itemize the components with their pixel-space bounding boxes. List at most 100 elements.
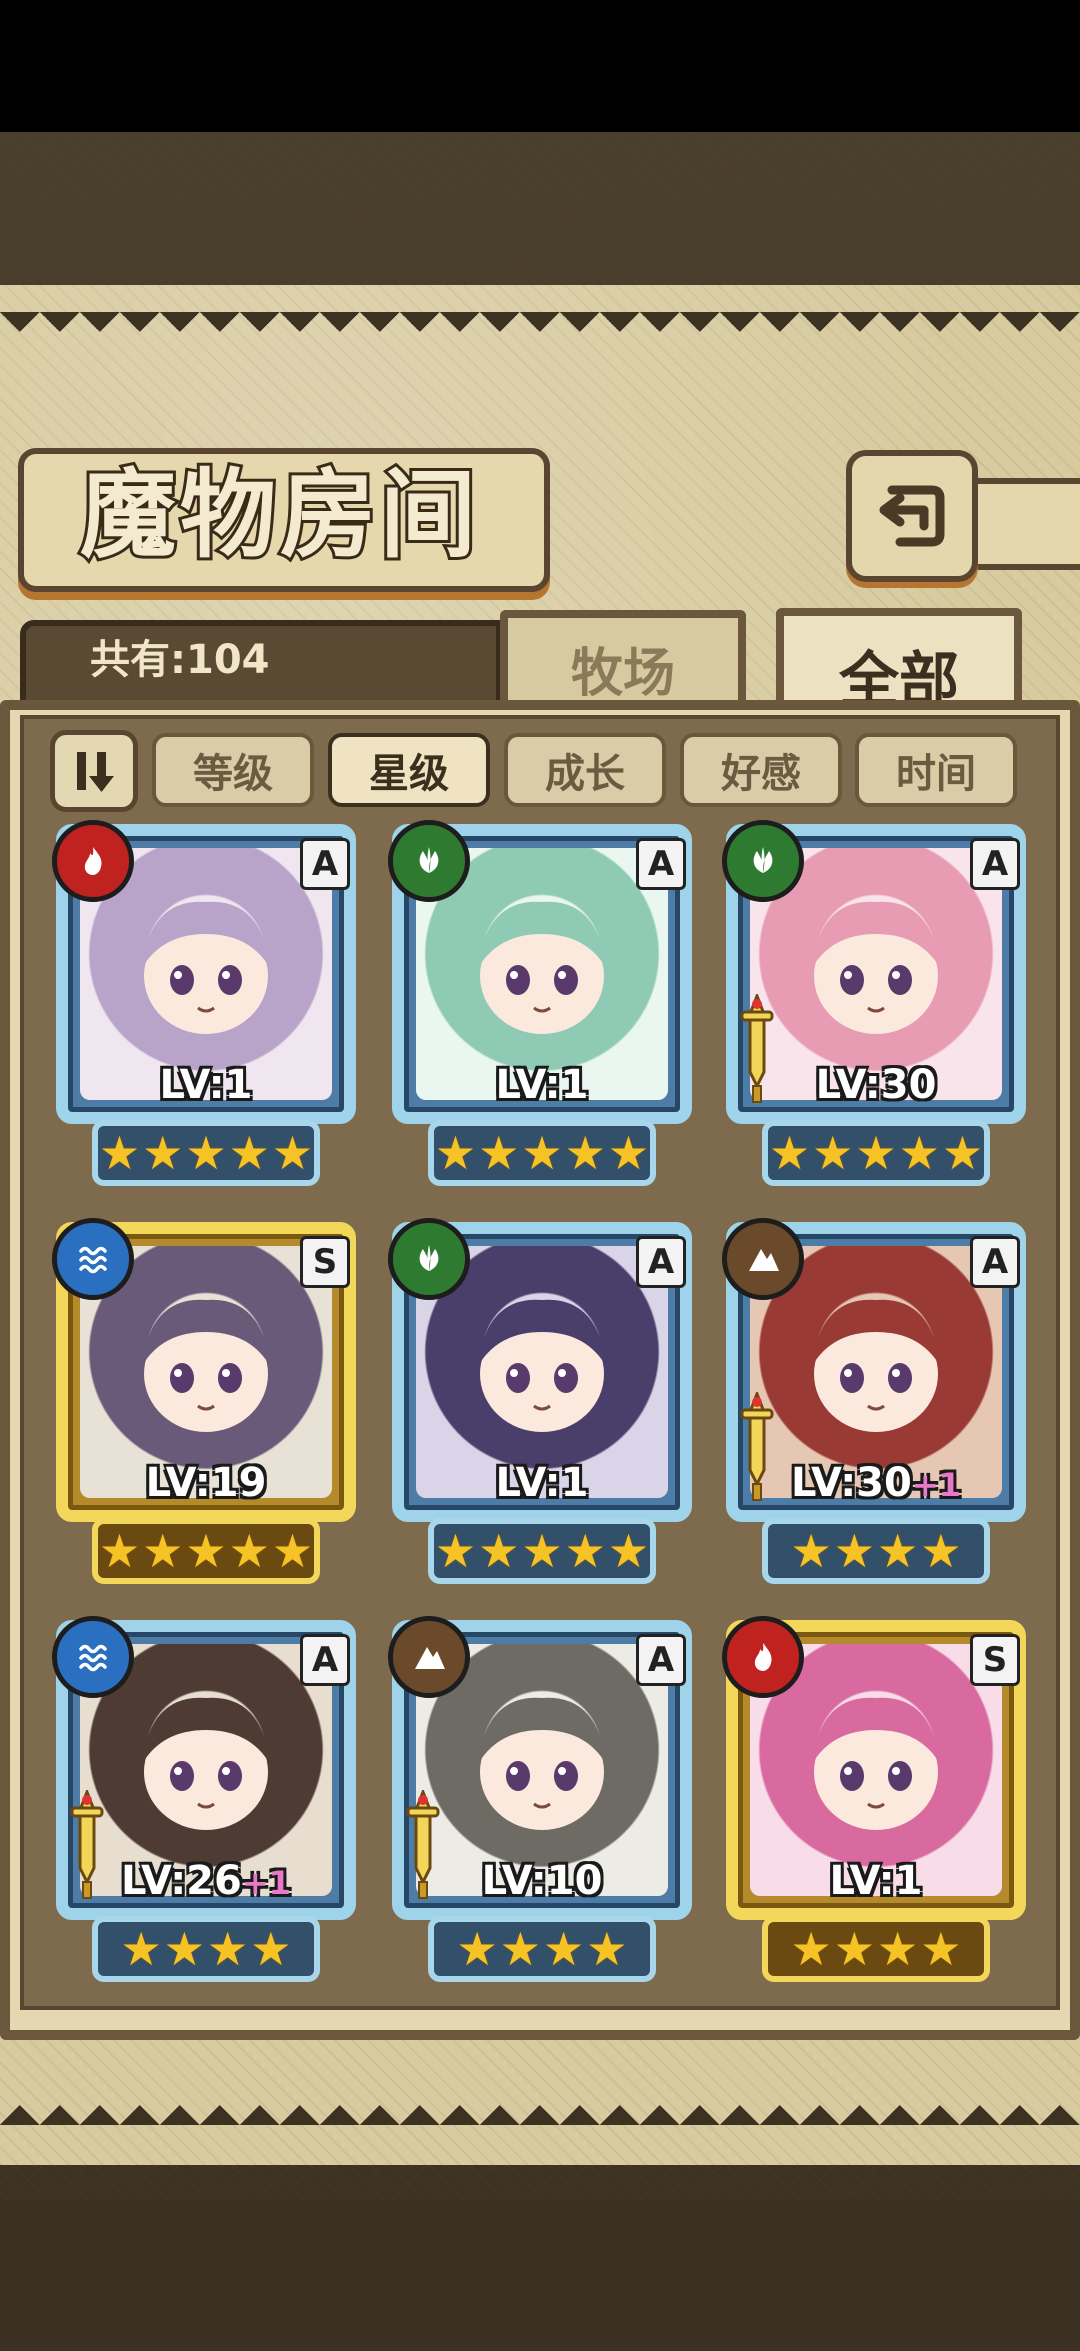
- star-icon: ★: [790, 1922, 832, 1976]
- star-icon: ★: [478, 1126, 520, 1180]
- back-button[interactable]: [846, 450, 978, 582]
- monster-count: 共有:104: [90, 637, 270, 683]
- level-bonus: +1: [911, 1466, 961, 1504]
- level-label: LV:1: [392, 1062, 692, 1108]
- star-rating: ★ ★ ★ ★ ★: [92, 1120, 320, 1186]
- star-icon: ★: [855, 1126, 897, 1180]
- star-rating: ★ ★ ★ ★ ★: [428, 1120, 656, 1186]
- star-icon: ★: [163, 1922, 205, 1976]
- sort-order-toggle[interactable]: [50, 730, 138, 812]
- leaf-element-icon: [388, 1218, 470, 1300]
- star-rating: ★ ★ ★ ★: [762, 1518, 990, 1584]
- monster-card[interactable]: A LV:1 ★ ★ ★ ★ ★: [388, 1218, 692, 1584]
- level-label: LV:10: [392, 1858, 692, 1904]
- level-value: LV:1: [495, 1460, 589, 1506]
- star-icon: ★: [228, 1524, 270, 1578]
- star-icon: ★: [768, 1126, 811, 1180]
- rank-badge: A: [300, 1634, 350, 1686]
- star-icon: ★: [434, 1524, 477, 1578]
- level-value: LV:1: [829, 1858, 923, 1904]
- monster-card[interactable]: S LV:19 ★ ★ ★ ★ ★: [52, 1218, 356, 1584]
- rank-badge: A: [970, 838, 1020, 890]
- rank-badge: A: [300, 838, 350, 890]
- zigzag-border-bottom: [0, 2085, 1080, 2125]
- star-icon: ★: [833, 1524, 875, 1578]
- star-rating: ★ ★ ★ ★ ★: [762, 1120, 990, 1186]
- rank-badge: A: [636, 1634, 686, 1686]
- star-icon: ★: [833, 1922, 875, 1976]
- monster-card[interactable]: S LV:1 ★ ★ ★ ★: [722, 1616, 1026, 1982]
- level-label: LV:1: [392, 1460, 692, 1506]
- filter-growth[interactable]: 成长: [504, 733, 666, 807]
- star-rating: ★ ★ ★ ★ ★: [92, 1518, 320, 1584]
- star-icon: ★: [228, 1126, 270, 1180]
- level-label: LV:30: [726, 1062, 1026, 1108]
- star-icon: ★: [564, 1126, 606, 1180]
- page-title: 魔物房间: [77, 455, 480, 574]
- star-icon: ★: [250, 1922, 292, 1976]
- monster-card[interactable]: A LV:10 ★ ★ ★ ★: [388, 1616, 692, 1982]
- level-value: LV:30: [791, 1460, 912, 1506]
- rank-badge: S: [300, 1236, 350, 1288]
- level-value: LV:30: [815, 1062, 937, 1108]
- level-label: LV:19: [56, 1460, 356, 1506]
- star-icon: ★: [586, 1922, 628, 1976]
- rank-badge: A: [970, 1236, 1020, 1288]
- star-rating: ★ ★ ★ ★: [92, 1916, 320, 1982]
- level-label: LV:1: [56, 1062, 356, 1108]
- monster-card[interactable]: A LV:1 ★ ★ ★ ★ ★: [388, 820, 692, 1186]
- star-icon: ★: [521, 1126, 563, 1180]
- star-icon: ★: [920, 1922, 962, 1976]
- leaf-element-icon: [388, 820, 470, 902]
- back-arrow-icon: [879, 485, 945, 547]
- star-icon: ★: [434, 1126, 477, 1180]
- level-value: LV:1: [495, 1062, 589, 1108]
- star-icon: ★: [543, 1922, 585, 1976]
- star-icon: ★: [98, 1524, 141, 1578]
- level-label: LV:26+1: [56, 1858, 356, 1904]
- star-icon: ★: [271, 1524, 314, 1578]
- star-icon: ★: [207, 1922, 249, 1976]
- rank-badge: A: [636, 1236, 686, 1288]
- level-value: LV:26: [121, 1858, 242, 1904]
- level-value: LV:19: [145, 1460, 267, 1506]
- star-icon: ★: [142, 1126, 184, 1180]
- rank-badge: S: [970, 1634, 1020, 1686]
- bottom-map-band: [0, 2200, 1080, 2351]
- back-button-bar: [966, 478, 1080, 570]
- monster-card[interactable]: A LV:1 ★ ★ ★ ★ ★: [52, 820, 356, 1186]
- monster-card[interactable]: A LV:30+1 ★ ★ ★ ★: [722, 1218, 1026, 1584]
- star-icon: ★: [790, 1524, 832, 1578]
- star-icon: ★: [456, 1922, 498, 1976]
- star-icon: ★: [142, 1524, 184, 1578]
- filter-time[interactable]: 时间: [855, 733, 1017, 807]
- star-icon: ★: [564, 1524, 606, 1578]
- star-icon: ★: [920, 1524, 962, 1578]
- water-element-icon: [52, 1616, 134, 1698]
- star-icon: ★: [271, 1126, 314, 1180]
- status-bar-area: [0, 0, 1080, 132]
- star-icon: ★: [877, 1922, 919, 1976]
- sort-order-icon: [77, 752, 114, 792]
- zigzag-border-top: [0, 312, 1080, 352]
- star-icon: ★: [941, 1126, 984, 1180]
- monster-card[interactable]: A LV:30 ★ ★ ★ ★ ★: [722, 820, 1026, 1186]
- filter-level[interactable]: 等级: [152, 733, 314, 807]
- filter-affinity[interactable]: 好感: [680, 733, 842, 807]
- leaf-element-icon: [722, 820, 804, 902]
- level-label: LV:1: [726, 1858, 1026, 1904]
- level-label: LV:30+1: [726, 1460, 1026, 1506]
- star-rating: ★ ★ ★ ★: [762, 1916, 990, 1982]
- earth-element-icon: [388, 1616, 470, 1698]
- star-icon: ★: [120, 1922, 162, 1976]
- fire-element-icon: [52, 820, 134, 902]
- level-value: LV:1: [159, 1062, 253, 1108]
- star-icon: ★: [877, 1524, 919, 1578]
- filter-star[interactable]: 星级: [328, 733, 490, 807]
- star-rating: ★ ★ ★ ★: [428, 1916, 656, 1982]
- level-bonus: +1: [241, 1864, 291, 1902]
- star-icon: ★: [812, 1126, 854, 1180]
- monster-card[interactable]: A LV:26+1 ★ ★ ★ ★: [52, 1616, 356, 1982]
- star-icon: ★: [607, 1524, 650, 1578]
- star-rating: ★ ★ ★ ★ ★: [428, 1518, 656, 1584]
